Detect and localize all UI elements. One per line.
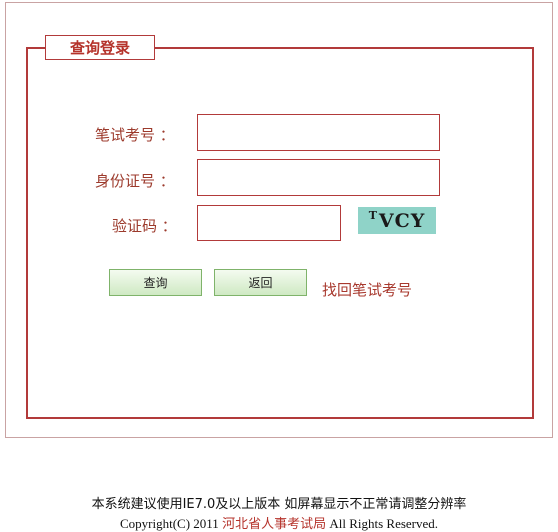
copyright: Copyright(C) 2011 河北省人事考试局 All Rights Re… <box>0 513 558 532</box>
captcha-image-sup: T <box>368 209 377 222</box>
exam-number-label: 笔试考号 ： <box>95 126 175 144</box>
panel-title: 查询登录 <box>45 35 155 60</box>
browser-notice: 本系统建议使用IE7.0及以上版本 如屏幕显示不正常请调整分辨率 <box>91 497 467 512</box>
captcha-image-text: VCY <box>378 209 426 232</box>
back-button[interactable]: 返回 <box>214 269 307 296</box>
copyright-prefix: Copyright(C) 2011 <box>119 516 223 531</box>
organization-name: 河北省人事考试局 <box>222 516 327 531</box>
captcha-label: 验证码 ： <box>112 217 177 235</box>
copyright-suffix: All Rights Reserved. <box>326 516 439 531</box>
id-number-input[interactable] <box>197 159 440 196</box>
recover-exam-number-link[interactable]: 找回笔试考号 <box>322 279 412 300</box>
query-button[interactable]: 查询 <box>109 269 202 296</box>
captcha-input[interactable] <box>197 205 341 241</box>
captcha-image[interactable]: T VCY <box>358 207 436 234</box>
id-number-label: 身份证号 ： <box>95 172 175 190</box>
exam-number-input[interactable] <box>197 114 440 151</box>
